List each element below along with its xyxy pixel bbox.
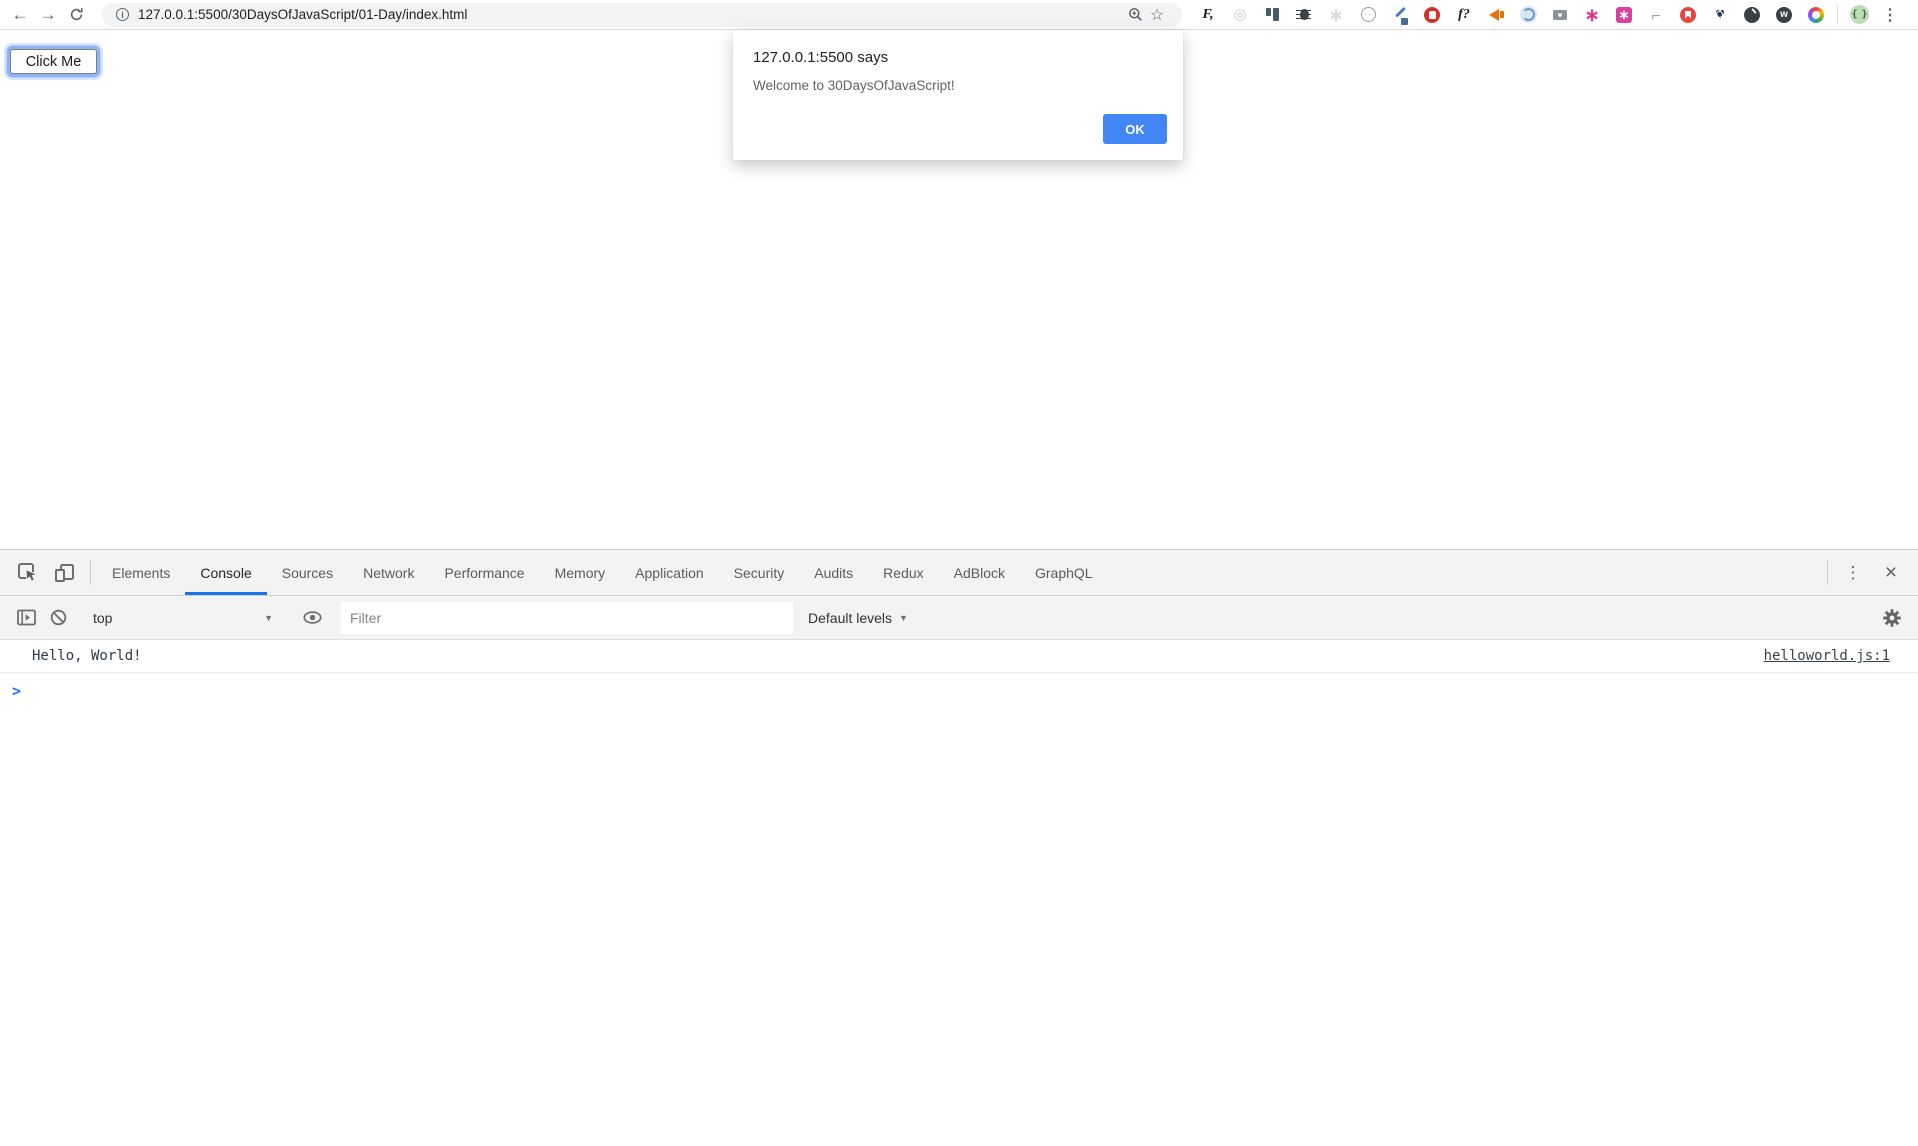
tab-performance[interactable]: Performance xyxy=(429,550,539,595)
eyedropper-icon[interactable] xyxy=(1384,1,1416,29)
console-message-text: Hello, World! xyxy=(32,648,142,664)
flower-faded-icon[interactable]: ∗ xyxy=(1320,1,1352,29)
gauge-icon[interactable] xyxy=(1736,1,1768,29)
zoom-magnifier-icon[interactable] xyxy=(1124,7,1146,22)
devtools-menu-icon[interactable]: ⋮ xyxy=(1834,563,1872,583)
json-formatter-icon[interactable]: { } xyxy=(1843,1,1875,29)
font-question-icon[interactable]: f? xyxy=(1448,1,1480,29)
alert-ok-button[interactable]: OK xyxy=(1103,114,1167,144)
tab-console[interactable]: Console xyxy=(185,550,266,595)
heart-search-icon[interactable]: ♥ xyxy=(1704,1,1736,29)
context-label: top xyxy=(93,610,112,626)
devtools-panel: ElementsConsoleSourcesNetworkPerformance… xyxy=(0,549,1918,1146)
tab-sources[interactable]: Sources xyxy=(267,550,348,595)
devtools-tabbar: ElementsConsoleSourcesNetworkPerformance… xyxy=(0,550,1918,596)
page-info-icon[interactable]: i xyxy=(116,8,129,21)
extensions-bar: F,◎∗··f?∗∗⌐♥w{ } xyxy=(1192,0,1875,30)
log-levels-dropdown[interactable]: Default levels ▼ xyxy=(808,610,908,626)
fonts-ninja-icon[interactable]: F, xyxy=(1192,1,1224,29)
columns-icon[interactable] xyxy=(1256,1,1288,29)
tab-elements[interactable]: Elements xyxy=(97,550,185,595)
tab-security[interactable]: Security xyxy=(719,550,800,595)
tab-audits[interactable]: Audits xyxy=(799,550,868,595)
alert-message: Welcome to 30DaysOfJavaScript! xyxy=(753,78,1163,93)
bug-icon[interactable] xyxy=(1288,1,1320,29)
console-filter-input[interactable] xyxy=(341,602,793,634)
tab-application[interactable]: Application xyxy=(620,550,719,595)
click-me-button[interactable]: Click Me xyxy=(10,49,97,74)
clear-console-icon[interactable] xyxy=(42,602,74,634)
socket-icon[interactable]: ·· xyxy=(1352,1,1384,29)
console-sidebar-toggle-icon[interactable] xyxy=(10,602,42,634)
live-expression-eye-icon[interactable] xyxy=(296,602,328,634)
console-prompt-chevron-icon: > xyxy=(12,682,21,700)
tabbar-spacer xyxy=(1108,550,1821,595)
devtools-close-icon[interactable]: × xyxy=(1872,561,1910,585)
bookmark-icon[interactable] xyxy=(1672,1,1704,29)
forward-icon[interactable]: → xyxy=(34,1,62,29)
tab-redux[interactable]: Redux xyxy=(868,550,938,595)
browser-menu-icon[interactable]: ⋮ xyxy=(1877,5,1903,25)
browser-window: ← → i 127.0.0.1:5500/30DaysOfJavaScript/… xyxy=(0,0,1918,1146)
console-toolbar: top ▼ Default levels ▼ xyxy=(0,596,1918,640)
console-message-list: Hello, World! helloworld.js:1 xyxy=(0,640,1918,673)
lens-icon[interactable]: ◎ xyxy=(1224,1,1256,29)
browser-toolbar: ← → i 127.0.0.1:5500/30DaysOfJavaScript/… xyxy=(0,0,1918,30)
console-source-link[interactable]: helloworld.js:1 xyxy=(1764,648,1890,664)
devtools-tabs: ElementsConsoleSourcesNetworkPerformance… xyxy=(97,550,1108,595)
console-settings-gear-icon[interactable] xyxy=(1876,602,1908,634)
omnibox[interactable]: i 127.0.0.1:5500/30DaysOfJavaScript/01-D… xyxy=(102,3,1182,27)
alert-title: 127.0.0.1:5500 says xyxy=(753,49,1163,66)
context-selector[interactable]: top ▼ xyxy=(87,602,283,634)
tab-adblock[interactable]: AdBlock xyxy=(939,550,1020,595)
tabbar-controls: ⋮ × xyxy=(1834,550,1918,595)
inspect-element-icon[interactable] xyxy=(8,550,46,595)
console-prompt-row[interactable]: > xyxy=(0,673,1918,701)
wave-icon[interactable]: w xyxy=(1768,1,1800,29)
pipe-icon[interactable]: ⌐ xyxy=(1640,1,1672,29)
reload-icon[interactable] xyxy=(62,1,90,29)
back-icon[interactable]: ← xyxy=(6,1,34,29)
tabbar-right-separator xyxy=(1827,560,1828,585)
device-toolbar-icon[interactable] xyxy=(46,550,84,595)
chevron-down-icon: ▼ xyxy=(899,613,908,623)
swirl-icon[interactable] xyxy=(1512,1,1544,29)
chevron-down-icon: ▼ xyxy=(264,613,273,623)
url-text[interactable]: 127.0.0.1:5500/30DaysOfJavaScript/01-Day… xyxy=(138,7,467,22)
stop-hand-icon[interactable] xyxy=(1416,1,1448,29)
gear-square-icon[interactable]: ∗ xyxy=(1608,1,1640,29)
bookmark-star-icon[interactable]: ☆ xyxy=(1146,5,1168,25)
tab-graphql[interactable]: GraphQL xyxy=(1020,550,1108,595)
alert-dialog: 127.0.0.1:5500 says Welcome to 30DaysOfJ… xyxy=(733,30,1183,160)
tab-memory[interactable]: Memory xyxy=(540,550,621,595)
tabbar-separator xyxy=(90,560,91,585)
megaphone-icon[interactable] xyxy=(1480,1,1512,29)
flower-pink-icon[interactable]: ∗ xyxy=(1576,1,1608,29)
tab-network[interactable]: Network xyxy=(348,550,429,595)
camera-icon[interactable] xyxy=(1544,1,1576,29)
console-message-row: Hello, World! helloworld.js:1 xyxy=(0,640,1918,673)
rainbow-icon[interactable] xyxy=(1800,1,1832,29)
extensions-separator xyxy=(1837,6,1838,24)
log-levels-label: Default levels xyxy=(808,610,892,626)
